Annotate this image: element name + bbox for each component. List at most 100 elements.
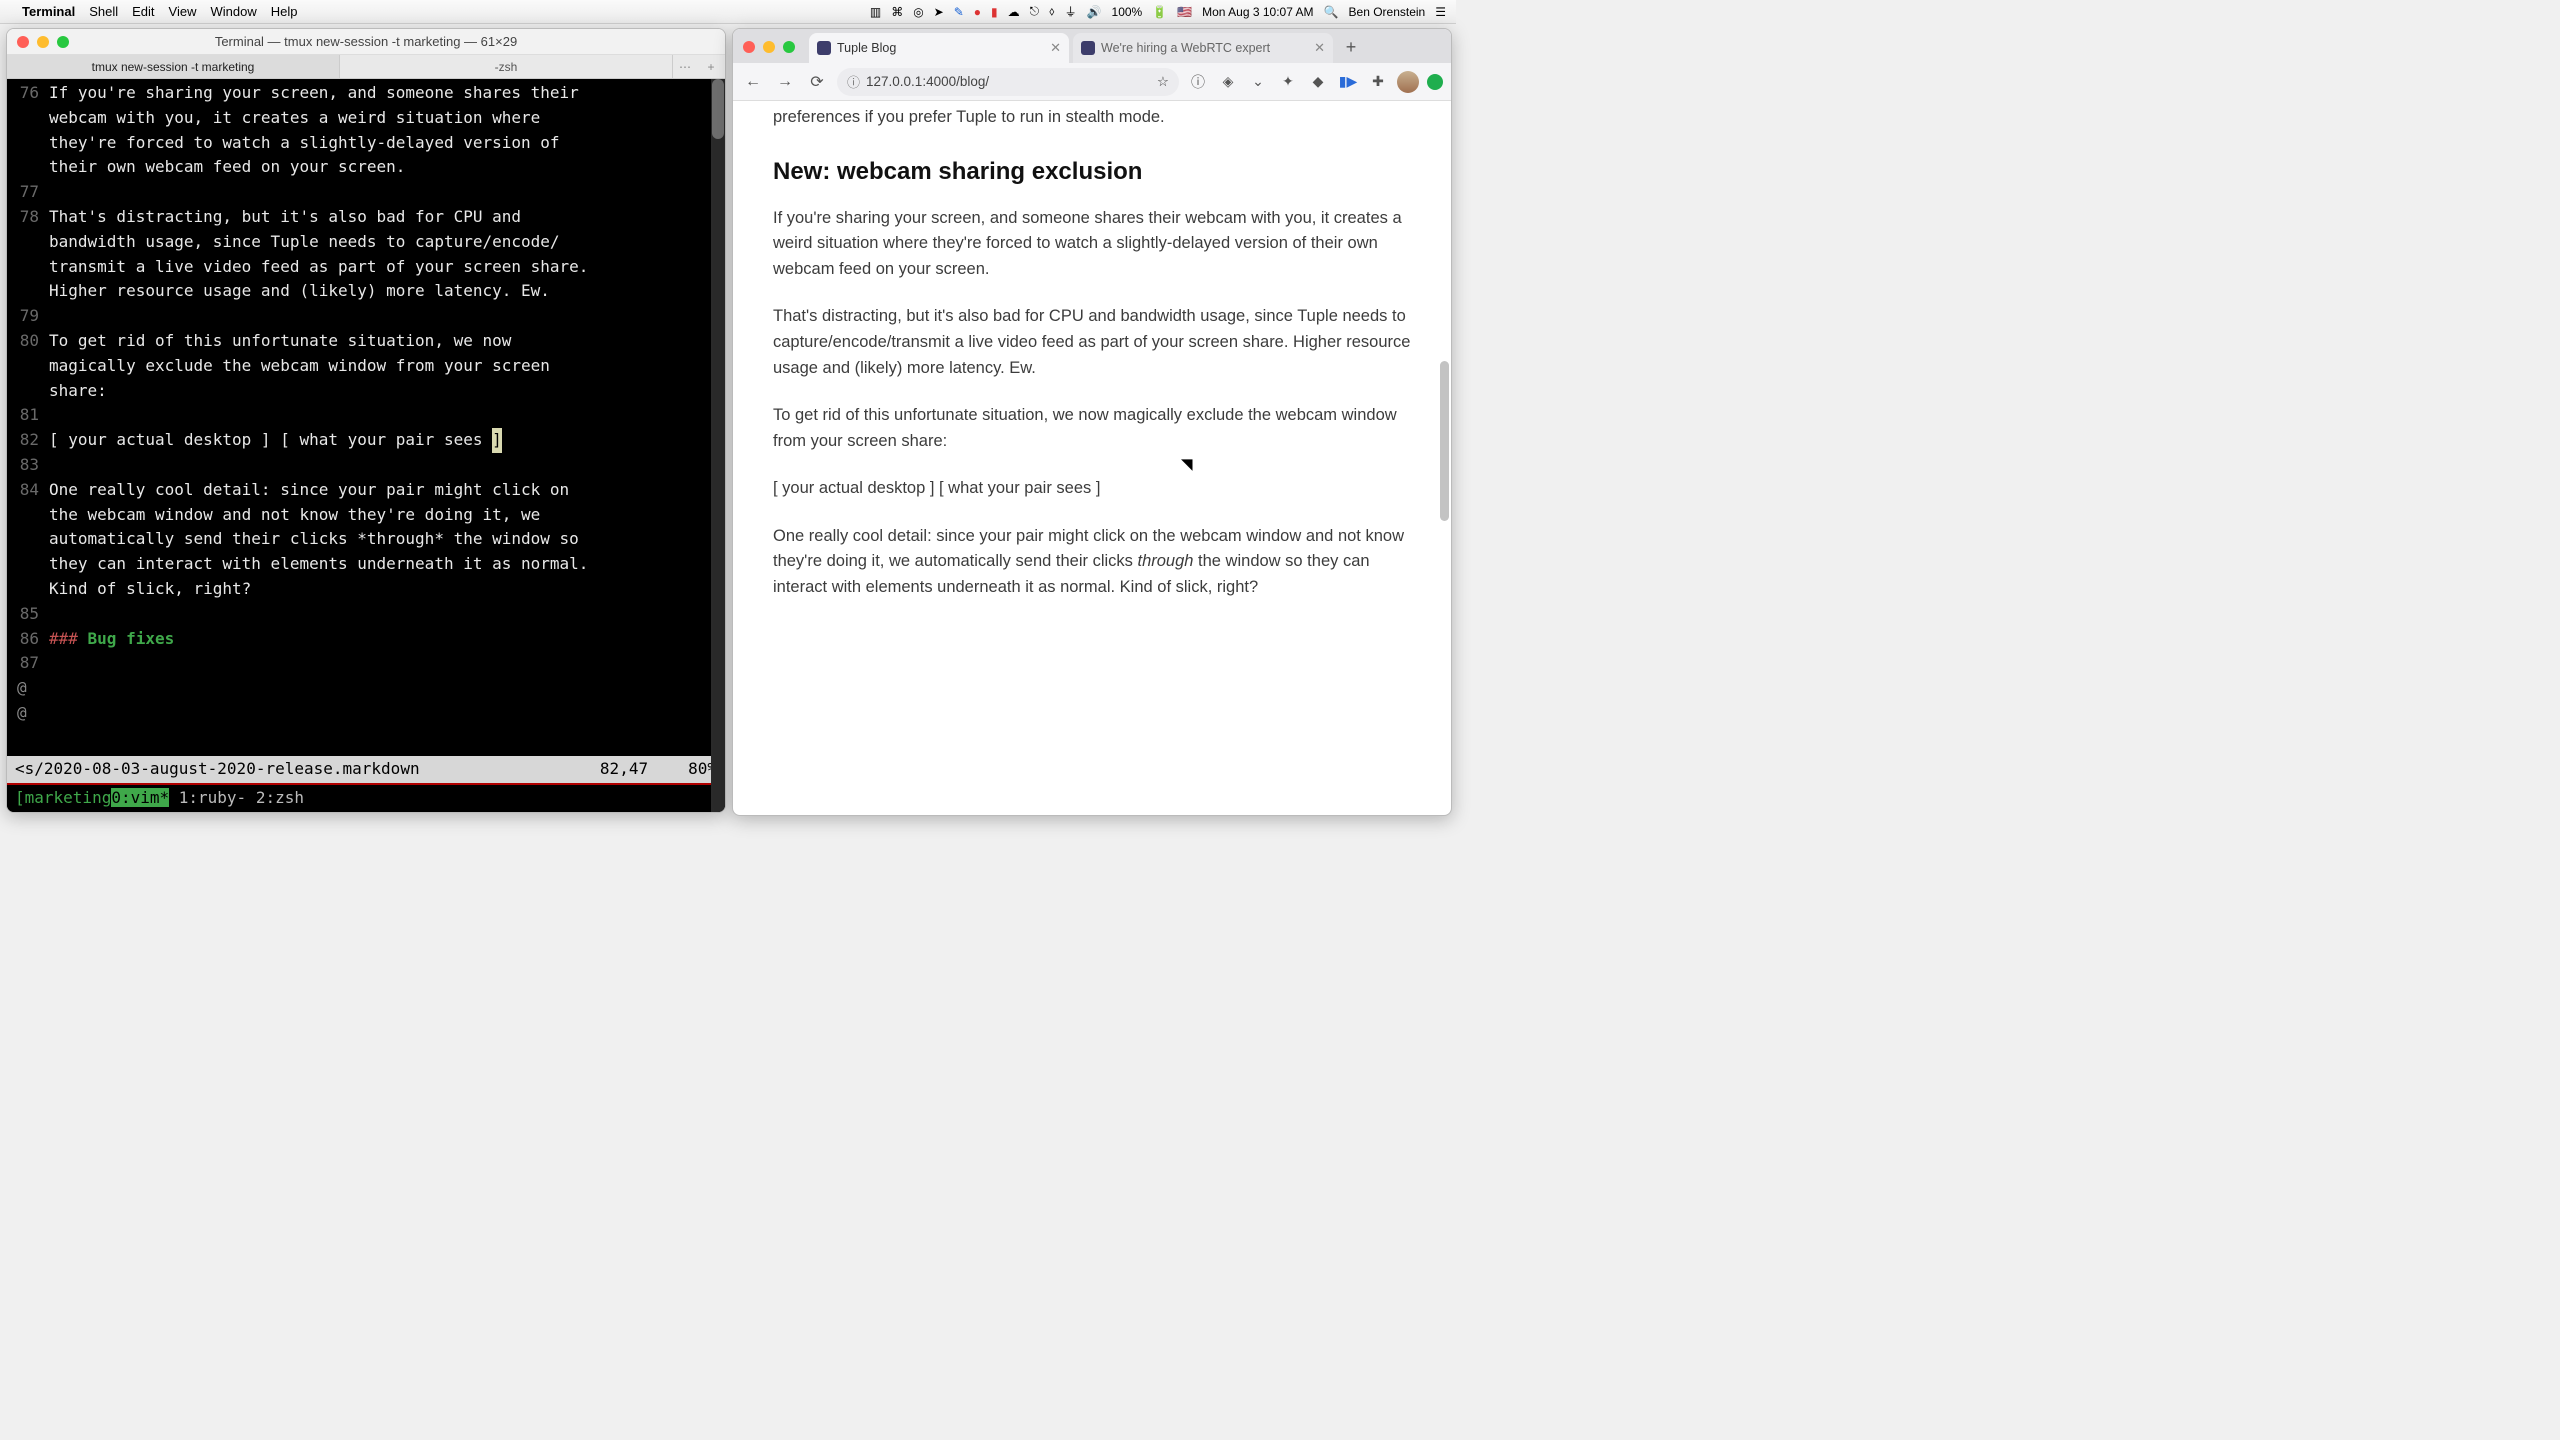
menu-help[interactable]: Help bbox=[271, 4, 298, 19]
extension-icon[interactable] bbox=[1427, 74, 1443, 90]
code-line: webcam with you, it creates a weird situ… bbox=[7, 106, 725, 131]
tab-close-button[interactable]: ✕ bbox=[1050, 40, 1061, 56]
menu-shell[interactable]: Shell bbox=[89, 4, 118, 19]
window-controls bbox=[743, 41, 795, 53]
tab-close-button[interactable]: ✕ bbox=[1314, 40, 1325, 56]
tab-title: We're hiring a WebRTC expert bbox=[1101, 41, 1270, 55]
terminal-window: Terminal — tmux new-session -t marketing… bbox=[6, 28, 726, 813]
nav-back-button[interactable]: ← bbox=[741, 70, 765, 94]
status-icon[interactable]: ✎ bbox=[954, 5, 964, 19]
status-icon[interactable]: ⌘ bbox=[891, 5, 903, 19]
editor-buffer[interactable]: 76If you're sharing your screen, and som… bbox=[7, 81, 725, 756]
page-text: [ your actual desktop ] [ what your pair… bbox=[773, 476, 1411, 502]
terminal-scrollbar[interactable] bbox=[711, 79, 725, 812]
window-close-button[interactable] bbox=[17, 36, 29, 48]
window-minimize-button[interactable] bbox=[37, 36, 49, 48]
toolbar-icon[interactable]: ⓘ bbox=[1187, 71, 1209, 93]
address-bar[interactable]: ⓘ 127.0.0.1:4000/blog/ ☆ bbox=[837, 68, 1179, 96]
code-line: 87 bbox=[7, 651, 725, 676]
terminal-tab-2[interactable]: -zsh bbox=[340, 55, 673, 78]
code-line: their own webcam feed on your screen. bbox=[7, 155, 725, 180]
tmux-session-name: [marketing bbox=[15, 788, 111, 807]
code-line: magically exclude the webcam window from… bbox=[7, 354, 725, 379]
status-icon[interactable]: ➤ bbox=[934, 5, 944, 19]
terminal-title: Terminal — tmux new-session -t marketing… bbox=[215, 34, 517, 49]
code-line: transmit a live video feed as part of yo… bbox=[7, 255, 725, 280]
menu-view[interactable]: View bbox=[169, 4, 197, 19]
menubar-app-name[interactable]: Terminal bbox=[22, 4, 75, 19]
site-info-icon[interactable]: ⓘ bbox=[847, 72, 860, 91]
page-heading: New: webcam sharing exclusion bbox=[773, 153, 1411, 190]
extensions-puzzle-icon[interactable]: ✚ bbox=[1367, 71, 1389, 93]
browser-tabstrip: Tuple Blog ✕ We're hiring a WebRTC exper… bbox=[733, 29, 1451, 63]
pocket-icon[interactable]: ⌄ bbox=[1247, 71, 1269, 93]
menubar-clock[interactable]: Mon Aug 3 10:07 AM bbox=[1202, 5, 1313, 19]
volume-icon[interactable]: 🔊 bbox=[1087, 5, 1102, 19]
bookmark-star-icon[interactable]: ☆ bbox=[1157, 74, 1169, 90]
status-icon[interactable]: ⎋ bbox=[1030, 4, 1040, 19]
menubar-username[interactable]: Ben Orenstein bbox=[1349, 5, 1426, 19]
url-text: 127.0.0.1:4000/blog/ bbox=[866, 74, 989, 89]
page-text: If you're sharing your screen, and someo… bbox=[773, 206, 1411, 283]
terminal-scrollbar-thumb[interactable] bbox=[712, 79, 724, 139]
nav-forward-button[interactable]: → bbox=[773, 70, 797, 94]
spotlight-icon[interactable]: 🔍 bbox=[1324, 5, 1339, 19]
terminal-viewport[interactable]: 76If you're sharing your screen, and som… bbox=[7, 79, 725, 812]
window-zoom-button[interactable] bbox=[57, 36, 69, 48]
status-icon[interactable]: ◎ bbox=[913, 5, 923, 19]
code-line: 77 bbox=[7, 180, 725, 205]
terminal-new-tab-button[interactable]: + bbox=[697, 55, 725, 78]
code-line: the webcam window and not know they're d… bbox=[7, 503, 725, 528]
macos-menubar: Terminal Shell Edit View Window Help ▥ ⌘… bbox=[0, 0, 1456, 24]
code-line: 79 bbox=[7, 304, 725, 329]
mic-icon[interactable]: ● bbox=[974, 5, 981, 19]
window-minimize-button[interactable] bbox=[763, 41, 775, 53]
browser-tab-inactive[interactable]: We're hiring a WebRTC expert ✕ bbox=[1073, 33, 1333, 63]
status-icon[interactable]: ☁︎ bbox=[1008, 5, 1020, 19]
tmux-windows: 1:ruby- 2:zsh bbox=[169, 788, 304, 807]
input-flag[interactable]: 🇺🇸 bbox=[1177, 5, 1192, 19]
browser-window: Tuple Blog ✕ We're hiring a WebRTC exper… bbox=[732, 28, 1452, 816]
terminal-tab-1[interactable]: tmux new-session -t marketing bbox=[7, 55, 340, 78]
terminal-tabstrip: tmux new-session -t marketing -zsh ⋯ + bbox=[7, 55, 725, 79]
vim-status-line: <s/2020-08-03-august-2020-release.markdo… bbox=[7, 756, 725, 783]
profile-avatar[interactable] bbox=[1397, 71, 1419, 93]
page-text: That's distracting, but it's also bad fo… bbox=[773, 304, 1411, 381]
terminal-tab-overflow[interactable]: ⋯ bbox=[673, 55, 697, 78]
browser-tab-active[interactable]: Tuple Blog ✕ bbox=[809, 33, 1069, 63]
menu-window[interactable]: Window bbox=[211, 4, 257, 19]
status-icon[interactable]: ▥ bbox=[870, 5, 881, 19]
extension-icon[interactable]: ✦ bbox=[1277, 71, 1299, 93]
code-line: 83 bbox=[7, 453, 725, 478]
favicon-icon bbox=[1081, 41, 1095, 55]
menu-edit[interactable]: Edit bbox=[132, 4, 154, 19]
browser-page[interactable]: preferences if you prefer Tuple to run i… bbox=[733, 101, 1451, 815]
wifi-icon[interactable]: ⏚ bbox=[1065, 3, 1077, 20]
nav-reload-button[interactable]: ⟳ bbox=[805, 70, 829, 94]
code-line: 76If you're sharing your screen, and som… bbox=[7, 81, 725, 106]
browser-new-tab-button[interactable]: + bbox=[1337, 33, 1365, 61]
status-icon[interactable]: ⬨ bbox=[1049, 4, 1054, 19]
battery-icon[interactable]: 🔋 bbox=[1152, 5, 1167, 19]
page-text: preferences if you prefer Tuple to run i… bbox=[773, 105, 1411, 131]
shield-icon[interactable]: ◈ bbox=[1217, 71, 1239, 93]
extension-icon[interactable]: ▮▶ bbox=[1337, 71, 1359, 93]
battery-pct[interactable]: 100% bbox=[1112, 5, 1143, 19]
page-scrollbar-thumb[interactable] bbox=[1440, 361, 1449, 521]
tmux-active-window: 0:vim* bbox=[111, 788, 169, 807]
menubar-hamburger-icon[interactable]: ☰ bbox=[1435, 5, 1446, 19]
window-zoom-button[interactable] bbox=[783, 41, 795, 53]
browser-toolbar: ← → ⟳ ⓘ 127.0.0.1:4000/blog/ ☆ ⓘ ◈ ⌄ ✦ ◆… bbox=[733, 63, 1451, 101]
page-scrollbar[interactable] bbox=[1437, 101, 1451, 815]
code-line: 78That's distracting, but it's also bad … bbox=[7, 205, 725, 230]
page-text: One really cool detail: since your pair … bbox=[773, 524, 1411, 601]
window-close-button[interactable] bbox=[743, 41, 755, 53]
terminal-titlebar[interactable]: Terminal — tmux new-session -t marketing… bbox=[7, 29, 725, 55]
favicon-icon bbox=[817, 41, 831, 55]
code-line: they're forced to watch a slightly-delay… bbox=[7, 131, 725, 156]
status-icon[interactable]: ▮ bbox=[991, 5, 998, 19]
code-line: 81 bbox=[7, 403, 725, 428]
mouse-cursor-icon: ◥ bbox=[1181, 453, 1193, 476]
extension-icon[interactable]: ◆ bbox=[1307, 71, 1329, 93]
code-line: automatically send their clicks *through… bbox=[7, 527, 725, 552]
